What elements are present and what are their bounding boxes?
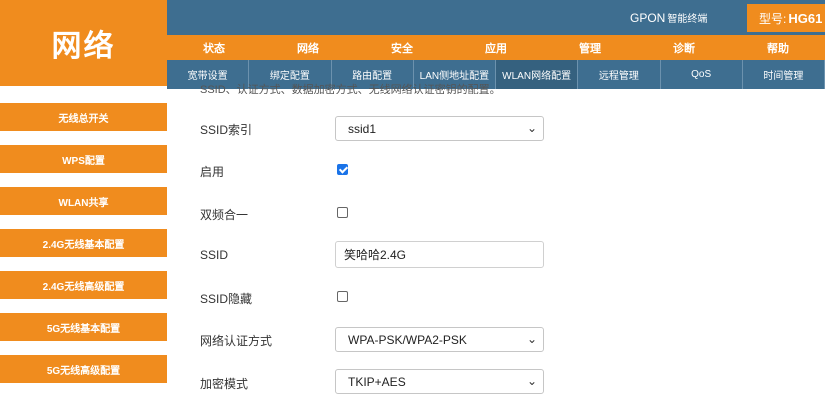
brand: GPON 智能终端 [630,10,707,25]
nav-help[interactable]: 帮助 [731,35,825,60]
chevron-down-icon: ⌄ [526,332,537,346]
tab-time-management[interactable]: 时间管理 [743,60,825,89]
tab-remote-management[interactable]: 远程管理 [578,60,661,89]
section-title: 网络 [0,0,167,86]
nav-security[interactable]: 安全 [355,35,449,60]
auth-mode-select[interactable]: WPA-PSK/WPA2-PSK ⌄ [335,327,544,352]
model-badge: 型号: HG61 [747,4,825,32]
nav-status[interactable]: 状态 [167,35,261,60]
brand-name: GPON [630,11,666,25]
nav-management[interactable]: 管理 [543,35,637,60]
nav-network[interactable]: 网络 [261,35,355,60]
tab-wlan-config[interactable]: WLAN网络配置 [496,60,579,89]
dual-band-checkbox[interactable] [337,207,348,218]
menu-item-24g-advanced[interactable]: 2.4G无线高级配置 [0,271,167,299]
model-value: HG61 [788,10,823,26]
model-label: 型号: [759,11,787,26]
chevron-down-icon: ⌄ [526,374,537,388]
brand-subtitle: 智能终端 [667,14,708,25]
menu-item-5g-advanced[interactable]: 5G无线高级配置 [0,355,167,383]
dual-band-label: 双频合一 [200,208,249,222]
enable-checkbox[interactable] [337,164,348,175]
menu-item-wireless-switch[interactable]: 无线总开关 [0,103,167,131]
ssid-hidden-label: SSID隐藏 [200,292,253,306]
nav-diagnosis[interactable]: 诊断 [637,35,731,60]
ssid-index-label: SSID索引 [200,123,253,137]
description-text: SSID、认证方式、数据加密方式、无线网络认证密钥的配置。 [200,84,501,94]
nav-application[interactable]: 应用 [449,35,543,60]
encryption-value: TKIP+AES [348,374,406,389]
ssid-input[interactable]: 笑哈哈2.4G [335,241,544,268]
menu-item-wps[interactable]: WPS配置 [0,145,167,173]
menu-item-wlan-share[interactable]: WLAN共享 [0,187,167,215]
menu-item-5g-basic[interactable]: 5G无线基本配置 [0,313,167,341]
enable-label: 启用 [200,165,225,179]
ssid-index-select[interactable]: ssid1 ⌄ [335,116,544,141]
top-bar [167,0,825,35]
tab-qos[interactable]: QoS [661,60,743,89]
auth-mode-label: 网络认证方式 [200,334,273,348]
auth-mode-value: WPA-PSK/WPA2-PSK [348,332,467,347]
ssid-index-value: ssid1 [348,121,377,136]
chevron-down-icon: ⌄ [526,121,537,135]
menu-item-24g-basic[interactable]: 2.4G无线基本配置 [0,229,167,257]
encryption-select[interactable]: TKIP+AES ⌄ [335,369,544,394]
ssid-hidden-checkbox[interactable] [337,291,348,302]
main-nav: 状态 网络 安全 应用 管理 诊断 帮助 [167,35,825,60]
ssid-label: SSID [200,248,229,262]
encryption-label: 加密模式 [200,377,249,391]
